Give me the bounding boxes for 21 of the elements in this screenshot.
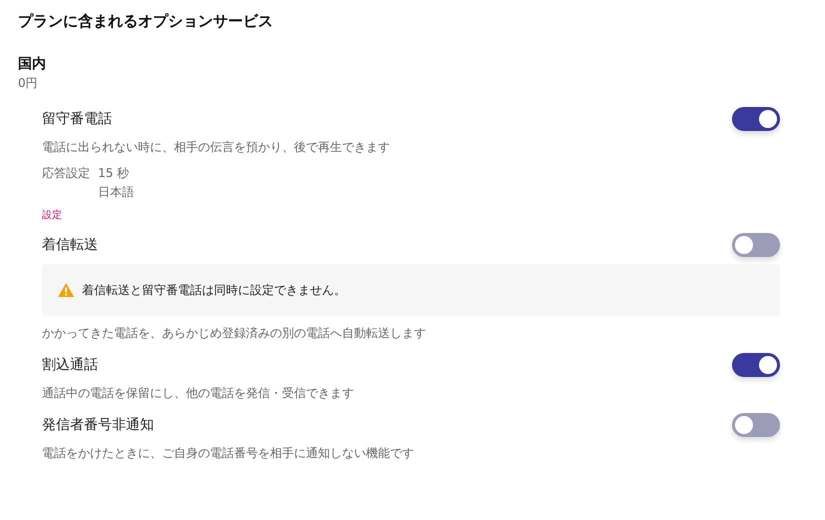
detail-value: 15 秒 [98, 165, 130, 182]
toggle-switch[interactable] [732, 233, 780, 257]
detail-label: 応答設定 [42, 165, 90, 182]
toggle-switch[interactable] [732, 353, 780, 377]
section-title: 国内 [18, 55, 47, 74]
toggle-switch[interactable] [732, 107, 780, 131]
settings-link[interactable]: 設定 [42, 208, 62, 222]
service-name: 発信者番号非通知 [42, 416, 154, 434]
service-name: 割込通話 [42, 356, 98, 374]
detail-value: 日本語 [98, 184, 134, 201]
service-name: 着信転送 [42, 236, 98, 254]
service-description: かかってきた電話を、あらかじめ登録済みの別の電話へ自動転送します [42, 325, 427, 342]
warning-icon [58, 283, 74, 297]
warning-text: 着信転送と留守番電話は同時に設定できません。 [82, 282, 346, 298]
service-description: 電話をかけたときに、ご自身の電話番号を相手に通知しない機能です [42, 445, 415, 462]
service-description: 電話に出られない時に、相手の伝言を預かり、後で再生できます [42, 139, 391, 156]
service-name: 留守番電話 [42, 110, 112, 128]
price-text: 0円 [18, 75, 39, 92]
service-description: 通話中の電話を保留にし、他の電話を発信・受信できます [42, 385, 355, 402]
page-title: プランに含まれるオプションサービス [18, 11, 274, 32]
toggle-switch[interactable] [732, 413, 780, 437]
